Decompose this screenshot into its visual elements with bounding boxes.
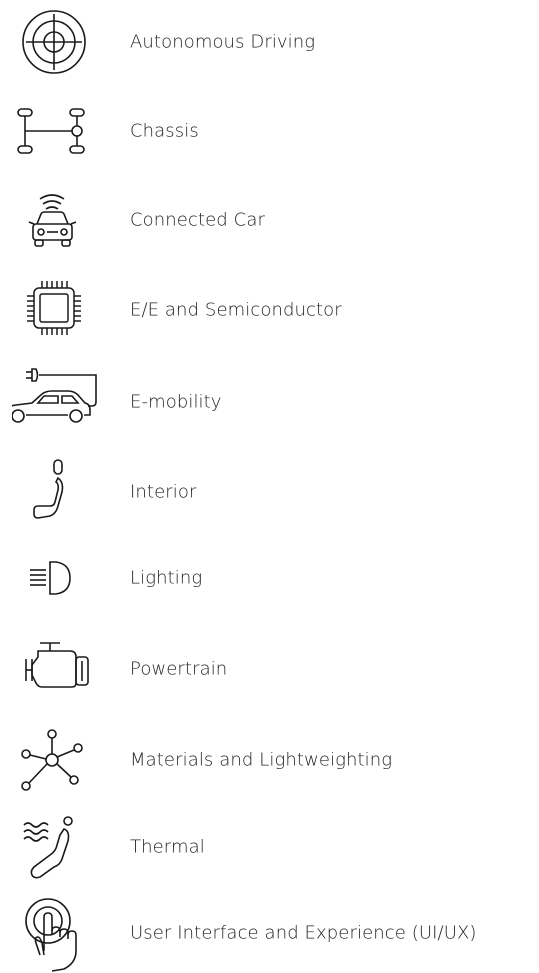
topic-item-thermal[interactable]: Thermal [0, 807, 539, 887]
electric-car-plug-icon [12, 362, 100, 442]
chassis-axle-icon [12, 91, 100, 171]
topic-label: E/E and Semiconductor [130, 299, 342, 321]
topic-label: E-mobility [130, 391, 222, 413]
microchip-icon [12, 270, 100, 350]
topic-list: Autonomous Driving Chassis Connected Car… [0, 0, 539, 973]
topic-label: Autonomous Driving [130, 31, 316, 53]
molecule-icon [12, 720, 100, 800]
topic-item-e-mobility[interactable]: E-mobility [0, 362, 539, 442]
engine-icon [12, 629, 100, 709]
thermal-seat-icon [12, 807, 100, 887]
topic-label: Materials and Lightweighting [130, 749, 393, 771]
topic-item-chassis[interactable]: Chassis [0, 91, 539, 171]
topic-item-materials[interactable]: Materials and Lightweighting [0, 720, 539, 800]
topic-label: User Interface and Experience (UI/UX) [130, 922, 477, 944]
topic-label: Powertrain [130, 658, 228, 680]
topic-label: Connected Car [130, 209, 265, 231]
topic-item-ee-semiconductor[interactable]: E/E and Semiconductor [0, 270, 539, 350]
topic-item-connected-car[interactable]: Connected Car [0, 180, 539, 260]
target-icon [12, 2, 100, 82]
car-seat-icon [12, 452, 100, 532]
topic-item-powertrain[interactable]: Powertrain [0, 629, 539, 709]
topic-label: Interior [130, 481, 197, 503]
connected-car-icon [12, 180, 100, 260]
topic-item-interior[interactable]: Interior [0, 452, 539, 532]
touch-hand-icon [12, 893, 100, 973]
topic-item-lighting[interactable]: Lighting [0, 538, 539, 618]
headlight-icon [12, 538, 100, 618]
topic-label: Thermal [130, 836, 205, 858]
topic-label: Chassis [130, 120, 199, 142]
topic-item-ui-ux[interactable]: User Interface and Experience (UI/UX) [0, 893, 539, 973]
topic-label: Lighting [130, 567, 203, 589]
topic-item-autonomous-driving[interactable]: Autonomous Driving [0, 2, 539, 82]
